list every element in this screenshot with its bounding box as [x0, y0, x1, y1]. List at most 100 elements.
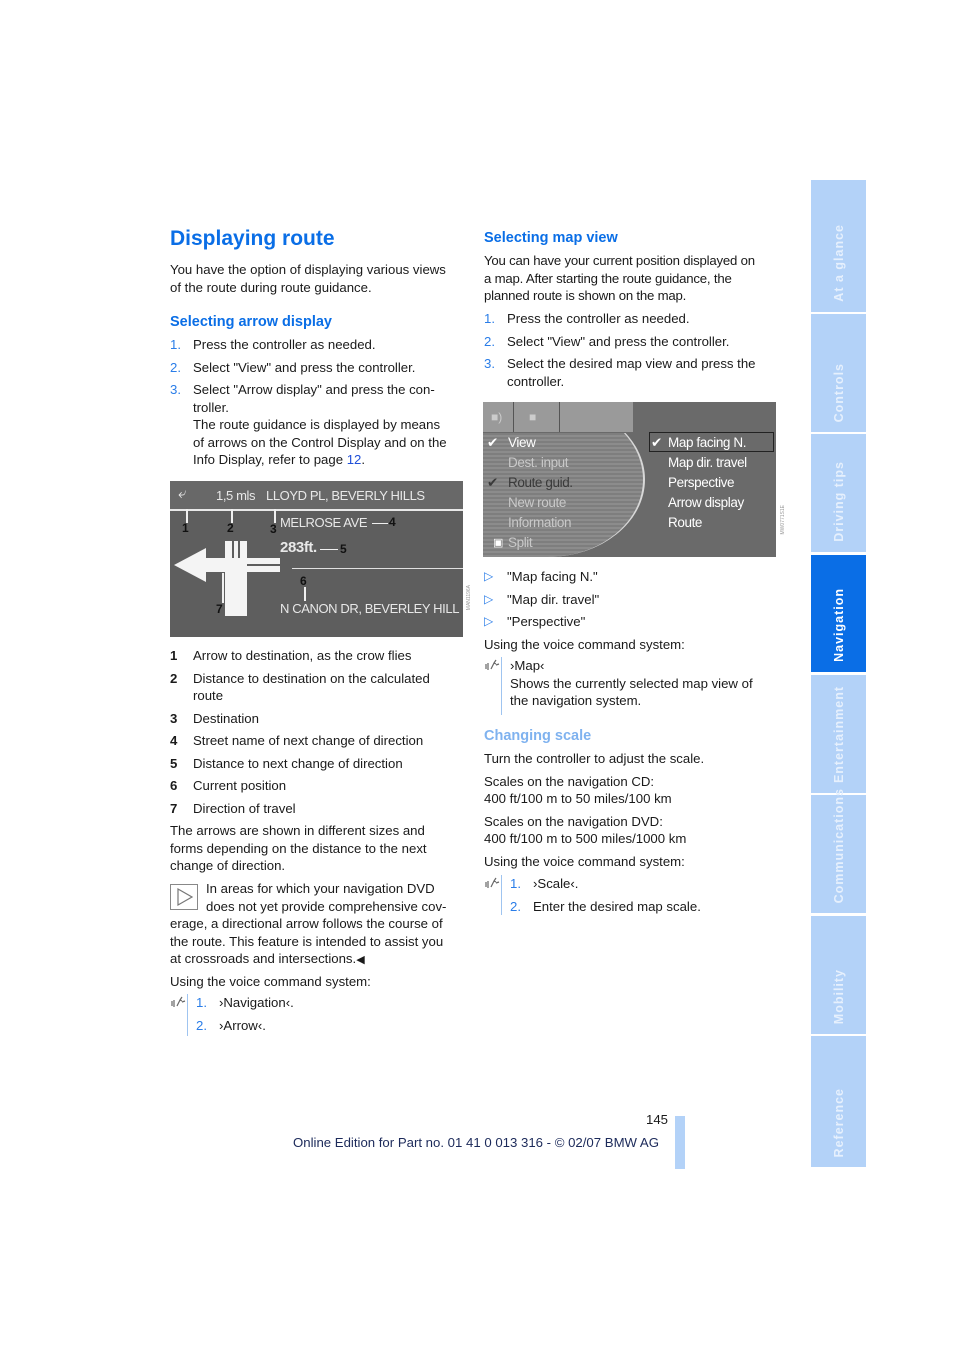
image-code: MW0771S1E: [780, 505, 786, 535]
callout-leader: [274, 509, 276, 523]
step-item: 3. Select the desired map view and press …: [484, 355, 779, 390]
menu-item-map-dir-travel[interactable]: Map dir. travel: [668, 455, 747, 470]
legend-item: 6 Current position: [170, 777, 465, 795]
check-icon: ✔: [487, 435, 498, 450]
voice-intro: Using the voice command system:: [484, 853, 685, 869]
bullet-triangle-icon: ▷: [484, 614, 494, 628]
menu-item-view[interactable]: View: [508, 435, 536, 450]
next-street: MELROSE AVE: [280, 515, 368, 530]
menu-item-map-facing-n[interactable]: Map facing N.: [668, 435, 746, 450]
legend-text: Street name of next change of direction: [193, 733, 424, 748]
menu-item-information[interactable]: Information: [508, 515, 572, 530]
legend-item: 7 Direction of travel: [170, 800, 465, 818]
tab-label: Driving tips: [831, 461, 846, 542]
voice-command-block: 1. ›Navigation‹. 2. ›Arrow‹.: [170, 994, 370, 1036]
note-line: at crossroads and intersections.◀: [170, 950, 465, 970]
step-text: Select "Arrow display" and press the con…: [193, 381, 465, 469]
menu-item-perspective[interactable]: Perspective: [668, 475, 735, 490]
voice-steps: 1. ›Scale‹. 2. Enter the desired map scale…: [510, 875, 701, 915]
step-line: The route guidance is displayed by means: [193, 417, 441, 432]
callout-leader: [304, 587, 306, 601]
voice-command-block: ›Map‹ Shows the currently selected map v…: [484, 657, 784, 715]
side-tab-driving-tips[interactable]: Driving tips: [811, 434, 866, 552]
scale-text: Turn the controller to adjust the scale.…: [484, 750, 704, 870]
step-line: Select the desired map view and press th…: [507, 356, 756, 371]
note-paragraph: In areas for which your navigation DVD d…: [170, 880, 465, 970]
step-number: 2.: [170, 359, 181, 375]
legend-text: Direction of travel: [193, 800, 296, 816]
page-title: Displaying route: [170, 227, 335, 250]
current-position: N CANON DR, BEVERLEY HILL: [280, 601, 460, 616]
side-tab-at-a-glance[interactable]: At a glance: [811, 180, 866, 312]
voice-step: 1. ›Navigation‹.: [196, 994, 294, 1012]
divider: [559, 402, 560, 432]
side-tab-navigation[interactable]: Navigation: [811, 555, 866, 672]
voice-command-icon: [485, 659, 500, 670]
scale-dvd-label: Scales on the navigation DVD:: [484, 813, 663, 829]
bullet-triangle-icon: ▷: [484, 591, 494, 606]
menu-item-dest-input[interactable]: Dest. input: [508, 455, 569, 470]
option-item: ▷ "Perspective": [484, 613, 685, 631]
menu-item-arrow-display[interactable]: Arrow display: [668, 495, 744, 510]
voice-command-text: ›Navigation‹.: [219, 995, 294, 1010]
intro-line: a map. After starting the route guidance…: [484, 270, 732, 286]
section-heading-arrow-display: Selecting arrow display: [170, 314, 332, 330]
page-reference-link[interactable]: 12: [347, 452, 362, 467]
menu-item-route[interactable]: Route: [668, 515, 702, 530]
voice-bar: [187, 994, 188, 1036]
bullet-triangle-icon: ▷: [484, 569, 494, 583]
step-number: 1.: [196, 995, 207, 1010]
callout-3: 3: [270, 522, 277, 536]
menu-item-new-route[interactable]: New route: [508, 495, 566, 510]
step-item: 1. Press the controller as needed.: [170, 336, 465, 354]
distance-to-destination: 1,5 mls: [216, 488, 256, 503]
note-line: does not yet provide comprehensive cov-: [206, 898, 447, 914]
scale-description: Turn the controller to adjust the scale.: [484, 751, 705, 766]
check-icon: ✔: [487, 475, 498, 490]
step-text: Select "View" and press the controller.: [507, 333, 730, 349]
intro-line: planned route is shown on the map.: [484, 288, 687, 303]
legend-text: Distance to destination on the calculate…: [193, 670, 465, 705]
side-tab-communications[interactable]: Communications: [811, 788, 866, 913]
map-view-options: ▷ "Map facing N." ▷ "Map dir. travel" ▷ "Pe…: [484, 568, 685, 653]
left-arrow-head: [174, 548, 206, 582]
step-number: 1.: [510, 876, 521, 891]
arrow-display-screenshot: ⤶ 1,5 mls LLOYD PL, BEVERLY HILLS MELROS…: [170, 481, 463, 637]
voice-steps: 1. ›Navigation‹. 2. ›Arrow‹.: [196, 994, 294, 1034]
step-text: Enter the desired map scale.: [533, 898, 701, 914]
footer-edition: Online Edition for Part no. 01 41 0 013 …: [293, 1135, 659, 1150]
step-text: Press the controller as needed.: [507, 311, 690, 326]
paragraph-line: The arrows are shown in different sizes …: [170, 823, 425, 838]
intro-paragraph: You have the option of displaying variou…: [170, 261, 446, 296]
side-tab-controls[interactable]: Controls: [811, 314, 866, 432]
section-heading-map-view: Selecting map view: [484, 230, 618, 246]
menu-item-split[interactable]: Split: [508, 535, 533, 550]
side-tab-entertainment[interactable]: Entertainment: [811, 675, 866, 793]
page-marker-bar: [675, 1116, 685, 1169]
option-text: "Perspective": [507, 614, 586, 629]
side-tab-reference[interactable]: Reference: [811, 1036, 866, 1167]
legend-number: 6: [170, 778, 178, 793]
legend-text: Arrow to destination, as the crow flies: [193, 648, 412, 663]
map-view-menu-screenshot: ■) ■ ✔ View Dest. input ✔ Route guid. Ne…: [483, 402, 776, 557]
step-item: 2. Select "View" and press the controller…: [484, 333, 779, 351]
option-text: "Map dir. travel": [507, 591, 600, 607]
tab-label: Navigation: [831, 588, 846, 662]
road-line: [247, 564, 280, 566]
option-text: "Map facing N.": [507, 569, 598, 584]
step-number: 1.: [170, 337, 181, 352]
scale-cd-range: 400 ft/100 m to 50 miles/100 km: [484, 791, 672, 806]
step-line-text: Info Display, refer to page: [193, 452, 347, 467]
step-line: controller.: [507, 373, 565, 389]
legend-text: Distance to next change of direction: [193, 755, 403, 771]
check-icon: ✔: [651, 435, 662, 450]
note-line-text: at crossroads and intersections.: [170, 951, 357, 966]
menu-item-route-guid[interactable]: Route guid.: [508, 475, 573, 490]
legend-number: 2: [170, 670, 178, 686]
legend-item: 3 Destination: [170, 710, 465, 728]
tab-label: Controls: [831, 362, 846, 422]
next-distance: 283ft.: [280, 539, 317, 556]
intro-line: You have the option of displaying variou…: [170, 262, 446, 277]
side-tab-mobility[interactable]: Mobility: [811, 916, 866, 1034]
intro-line: of the route during route guidance.: [170, 279, 372, 295]
